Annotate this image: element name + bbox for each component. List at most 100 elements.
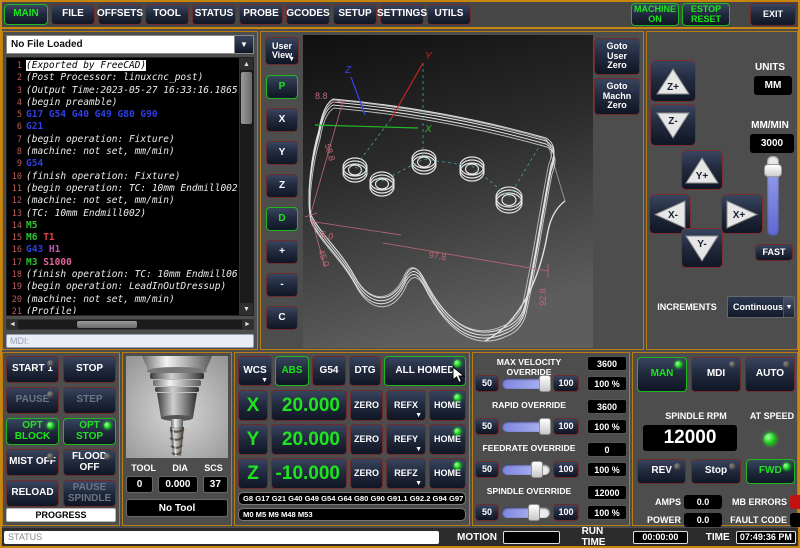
gcode-line[interactable]: 9G54: [7, 158, 240, 170]
exit-button[interactable]: EXIT: [750, 3, 796, 26]
override-max-button[interactable]: 100: [553, 418, 579, 435]
gcode-line[interactable]: 1(Exported by FreeCAD): [7, 60, 240, 72]
jog-button-Xplus[interactable]: X+: [721, 194, 763, 234]
user-view-button[interactable]: User View ▼: [265, 37, 299, 65]
gcode-line[interactable]: 2(Post Processor: linuxcnc_post): [7, 72, 240, 84]
slider-handle[interactable]: [764, 164, 782, 177]
gcode-line[interactable]: 15M6 T1: [7, 232, 240, 244]
view-button-x[interactable]: X: [266, 108, 298, 132]
mode-button-man[interactable]: MAN: [637, 357, 687, 392]
gcode-viewer[interactable]: 1(Exported by FreeCAD)2(Post Processor: …: [6, 57, 254, 316]
scroll-down-icon[interactable]: ▼: [240, 303, 253, 315]
backplot-viewport[interactable]: X Y Z 8.8 58.8 -5.0 45.0 97.: [303, 35, 593, 348]
dro-header-abs[interactable]: ABS: [275, 356, 309, 386]
fast-button[interactable]: FAST: [755, 244, 793, 261]
cycle-button-opt-block[interactable]: OPT BLOCK: [6, 418, 59, 445]
view-button-d[interactable]: D: [266, 207, 298, 231]
override-max-button[interactable]: 100: [553, 504, 579, 521]
zero-z-button[interactable]: ZERO: [350, 458, 383, 489]
machine-on-button[interactable]: MACHINE ON: [631, 3, 679, 26]
menu-tab-utils[interactable]: UTILS: [427, 4, 471, 25]
gcode-line[interactable]: 17M3 S1000: [7, 257, 240, 269]
increments-combo[interactable]: Continuous ▼: [727, 296, 795, 318]
cycle-button-start-1[interactable]: START 1: [6, 356, 59, 383]
cycle-button-stop[interactable]: STOP: [63, 356, 116, 383]
home-y-button[interactable]: HOME: [429, 424, 466, 455]
view-button-+[interactable]: +: [266, 240, 298, 264]
gcode-line[interactable]: 6G21: [7, 121, 240, 133]
gcode-line[interactable]: 19(begin operation: LeadInOutDressup): [7, 281, 240, 293]
gcode-line[interactable]: 16G43 H1: [7, 244, 240, 256]
status-field[interactable]: STATUS: [4, 531, 439, 544]
home-z-button[interactable]: HOME: [429, 458, 466, 489]
ref-y-button[interactable]: REFY▼: [386, 424, 426, 455]
scroll-left-icon[interactable]: ◄: [7, 320, 18, 329]
override-min-button[interactable]: 50: [475, 461, 499, 478]
menu-tab-main[interactable]: MAIN: [4, 4, 48, 25]
override-slider[interactable]: [502, 421, 550, 432]
scroll-up-icon[interactable]: ▲: [240, 58, 253, 70]
scroll-right-icon[interactable]: ►: [242, 320, 253, 329]
jog-button-Yplus[interactable]: Y+: [681, 150, 723, 190]
gcode-line[interactable]: 13(TC: 10mm Endmill002): [7, 208, 240, 220]
hscrollbar-thumb[interactable]: [77, 321, 137, 328]
cycle-button-pause[interactable]: PAUSE: [6, 387, 59, 414]
view-button-y[interactable]: Y: [266, 141, 298, 165]
spindle-rev-button[interactable]: REV: [637, 459, 686, 484]
goto-button-user-zero[interactable]: Goto User Zero: [594, 38, 640, 75]
gcode-line[interactable]: 11(begin operation: TC: 10mm Endmill002: [7, 183, 240, 195]
cycle-button-opt-stop[interactable]: OPT STOP: [63, 418, 116, 445]
menu-tab-setup[interactable]: SETUP: [333, 4, 377, 25]
home-x-button[interactable]: HOME: [429, 390, 466, 421]
override-slider[interactable]: [502, 378, 550, 389]
gcode-line[interactable]: 21(Profile): [7, 306, 240, 314]
mdi-input[interactable]: MDI:: [6, 334, 254, 348]
menu-tab-file[interactable]: FILE: [51, 4, 95, 25]
jog-button-Yminus[interactable]: Y-: [681, 228, 723, 268]
gcode-line[interactable]: 5G17 G54 G40 G49 G80 G90: [7, 109, 240, 121]
override-max-button[interactable]: 100: [553, 461, 579, 478]
jog-button-Zplus[interactable]: Z+: [650, 60, 696, 102]
gcode-line[interactable]: 8(machine: not set, mm/min): [7, 146, 240, 158]
menu-tab-settings[interactable]: SETTINGS: [380, 4, 424, 25]
spindle-fwd-button[interactable]: FWD: [746, 459, 795, 484]
gcode-line[interactable]: 3(Output Time:2023-05-27 16:33:16.1865: [7, 85, 240, 97]
ref-z-button[interactable]: REFZ▼: [386, 458, 426, 489]
gcode-line[interactable]: 10(finish operation: Fixture): [7, 171, 240, 183]
override-max-button[interactable]: 100: [553, 375, 579, 392]
gcode-line[interactable]: 7(begin operation: Fixture): [7, 134, 240, 146]
override-slider[interactable]: [502, 464, 550, 475]
estop-reset-button[interactable]: ESTOP RESET: [682, 3, 730, 26]
menu-tab-probe[interactable]: PROBE: [239, 4, 283, 25]
override-slider[interactable]: [502, 507, 550, 518]
slider-handle[interactable]: [528, 504, 540, 521]
zero-x-button[interactable]: ZERO: [350, 390, 383, 421]
gcode-line[interactable]: 4(begin preamble): [7, 97, 240, 109]
view-button-p[interactable]: P: [266, 75, 298, 99]
chevron-down-icon[interactable]: ▼: [234, 36, 253, 53]
zero-y-button[interactable]: ZERO: [350, 424, 383, 455]
mode-button-mdi[interactable]: MDI: [691, 357, 741, 392]
cycle-button-step[interactable]: STEP: [63, 387, 116, 414]
gcode-line[interactable]: 20(machine: not set, mm/min): [7, 294, 240, 306]
cycle-button-reload[interactable]: RELOAD: [6, 480, 59, 507]
dro-header-all-homed[interactable]: ALL HOMED: [384, 356, 466, 386]
view-button--[interactable]: -: [266, 273, 298, 297]
menu-tab-status[interactable]: STATUS: [192, 4, 236, 25]
cycle-button-mist-off[interactable]: MIST OFF: [6, 449, 59, 476]
ref-x-button[interactable]: REFX▼: [386, 390, 426, 421]
view-button-c[interactable]: C: [266, 306, 298, 330]
gcode-line[interactable]: 14M5: [7, 220, 240, 232]
mode-button-auto[interactable]: AUTO: [745, 357, 795, 392]
slider-handle[interactable]: [531, 461, 543, 478]
spindle-stop-button[interactable]: Stop: [691, 459, 740, 484]
vertical-scrollbar[interactable]: ▲ ▼: [239, 58, 253, 315]
cycle-button-flood-off[interactable]: FLOOD OFF: [63, 449, 116, 476]
gcode-line[interactable]: 18(finish operation: TC: 10mm Endmill06: [7, 269, 240, 281]
menu-tab-offsets[interactable]: OFFSETS: [98, 4, 142, 25]
slider-handle[interactable]: [539, 418, 551, 435]
dro-header-g54[interactable]: G54: [312, 356, 346, 386]
menu-tab-gcodes[interactable]: GCODES: [286, 4, 330, 25]
dro-header-wcs[interactable]: WCS▼: [238, 356, 272, 386]
jog-speed-slider[interactable]: [767, 156, 779, 236]
